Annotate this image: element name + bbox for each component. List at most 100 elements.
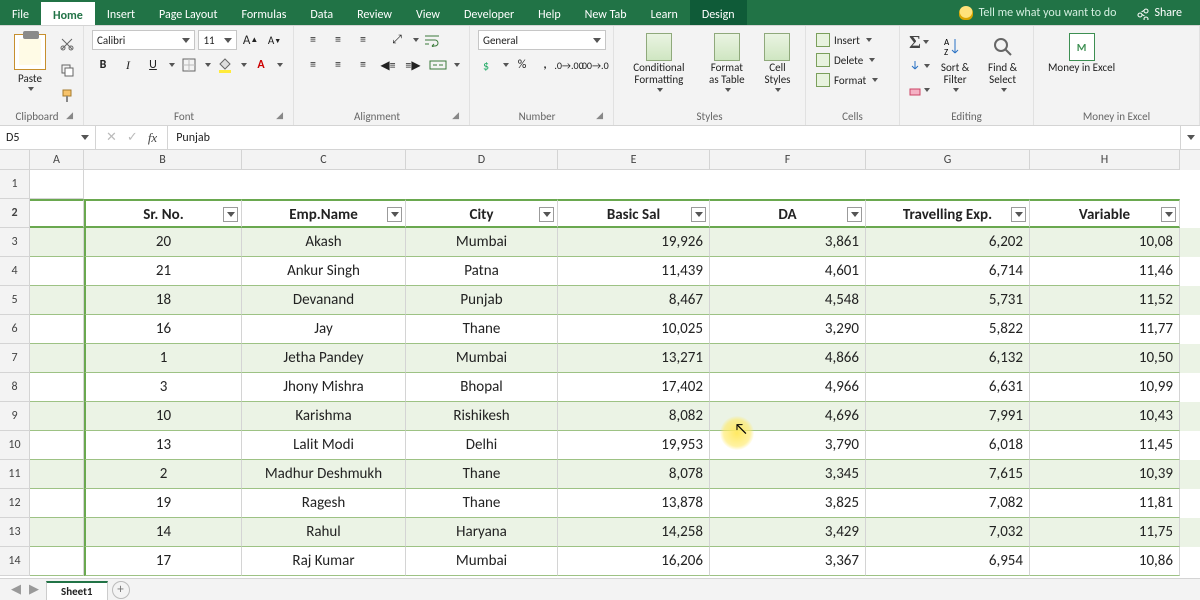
row-head[interactable]: 10	[0, 431, 30, 460]
table-cell[interactable]: 13,878	[558, 489, 710, 518]
table-cell[interactable]: 16	[84, 315, 242, 344]
increase-indent-button[interactable]: ≡▶	[402, 55, 424, 75]
table-cell[interactable]: Jhony Mishra	[242, 373, 406, 402]
table-cell[interactable]: 3,825	[710, 489, 866, 518]
tab-insert[interactable]: Insert	[95, 0, 147, 25]
merge-button[interactable]	[427, 55, 449, 75]
table-cell[interactable]: Punjab	[406, 286, 558, 315]
format-cells-button[interactable]: Format	[814, 72, 880, 88]
table-cell[interactable]: 4,866	[710, 344, 866, 373]
table-cell[interactable]: 16,206	[558, 547, 710, 576]
select-all-corner[interactable]	[0, 150, 30, 170]
fill-button[interactable]	[908, 56, 930, 76]
table-cell[interactable]: 8,078	[558, 460, 710, 489]
cut-button[interactable]	[56, 34, 78, 54]
name-box[interactable]: D5	[0, 126, 96, 149]
table-cell[interactable]: Jetha Pandey	[242, 344, 406, 373]
table-cell[interactable]: Raj Kumar	[242, 547, 406, 576]
table-cell[interactable]: Thane	[406, 315, 558, 344]
table-cell[interactable]: 10	[84, 402, 242, 431]
filter-button[interactable]	[539, 207, 554, 222]
align-left-button[interactable]: ≡	[302, 55, 324, 75]
paste-button[interactable]: Paste	[8, 30, 52, 95]
table-cell[interactable]: Akash	[242, 228, 406, 257]
table-header-cell[interactable]: Basic Sal	[558, 199, 710, 228]
tab-formulas[interactable]: Formulas	[229, 0, 298, 25]
filter-button[interactable]	[691, 207, 706, 222]
table-cell[interactable]: Madhur Deshmukh	[242, 460, 406, 489]
table-cell[interactable]: 7,615	[866, 460, 1030, 489]
table-cell[interactable]: Devanand	[242, 286, 406, 315]
increase-decimal-button[interactable]: .0→.00	[558, 55, 580, 75]
row-head[interactable]: 13	[0, 518, 30, 547]
row-head[interactable]: 2	[0, 199, 30, 228]
tab-learn[interactable]: Learn	[639, 0, 690, 25]
table-cell[interactable]: 20	[84, 228, 242, 257]
row-head[interactable]: 11	[0, 460, 30, 489]
align-right-button[interactable]: ≡	[352, 55, 374, 75]
table-cell[interactable]: Mumbai	[406, 344, 558, 373]
table-cell[interactable]: 3,290	[710, 315, 866, 344]
filter-button[interactable]	[847, 207, 862, 222]
row-head[interactable]: 12	[0, 489, 30, 518]
table-cell[interactable]: 10,86	[1030, 547, 1180, 576]
clear-button[interactable]	[908, 80, 930, 100]
table-cell[interactable]: 11,45	[1030, 431, 1180, 460]
filter-button[interactable]	[387, 207, 402, 222]
number-format-select[interactable]: General	[478, 30, 606, 50]
font-dialog-launcher[interactable]: ◢	[276, 110, 283, 121]
comma-button[interactable]: ,	[535, 55, 555, 75]
align-center-button[interactable]: ≡	[327, 55, 349, 75]
table-cell[interactable]: 3,345	[710, 460, 866, 489]
col-head-F[interactable]: F	[710, 150, 866, 170]
row-head[interactable]: 14	[0, 547, 30, 576]
table-cell[interactable]: Karishma	[242, 402, 406, 431]
orientation-button[interactable]: ⤢	[386, 30, 408, 50]
row-head[interactable]: 3	[0, 228, 30, 257]
row-head[interactable]: 1	[0, 170, 30, 199]
table-cell[interactable]: 8,082	[558, 402, 710, 431]
table-cell[interactable]: 3,790	[710, 431, 866, 460]
align-middle-button[interactable]: ≡	[327, 30, 349, 50]
number-dialog-launcher[interactable]: ◢	[596, 110, 603, 121]
table-cell[interactable]: 17	[84, 547, 242, 576]
table-cell[interactable]: 10,50	[1030, 344, 1180, 373]
table-cell[interactable]: 11,52	[1030, 286, 1180, 315]
table-cell[interactable]: 18	[84, 286, 242, 315]
table-cell[interactable]: Thane	[406, 460, 558, 489]
col-head-E[interactable]: E	[558, 150, 710, 170]
underline-button[interactable]: U	[142, 55, 164, 75]
col-head-A[interactable]: A	[30, 150, 84, 170]
find-select-button[interactable]: Find & Select	[980, 30, 1025, 96]
table-header-cell[interactable]: Travelling Exp.	[866, 199, 1030, 228]
bold-button[interactable]: B	[92, 55, 114, 75]
cell-styles-button[interactable]: Cell Styles	[758, 30, 797, 96]
table-cell[interactable]: 5,822	[866, 315, 1030, 344]
col-head-C[interactable]: C	[242, 150, 406, 170]
table-header-cell[interactable]: DA	[710, 199, 866, 228]
tab-developer[interactable]: Developer	[452, 0, 526, 25]
tab-help[interactable]: Help	[526, 0, 573, 25]
table-cell[interactable]: 4,548	[710, 286, 866, 315]
table-cell[interactable]: 7,991	[866, 402, 1030, 431]
table-cell[interactable]: 6,954	[866, 547, 1030, 576]
filter-button[interactable]	[1011, 207, 1026, 222]
table-cell[interactable]: 6,202	[866, 228, 1030, 257]
row-head[interactable]: 8	[0, 373, 30, 402]
table-cell[interactable]: 7,032	[866, 518, 1030, 547]
table-cell[interactable]: 10,08	[1030, 228, 1180, 257]
table-cell[interactable]: 10,025	[558, 315, 710, 344]
table-header-cell[interactable]: Variable	[1030, 199, 1180, 228]
accounting-format-button[interactable]: $	[478, 55, 498, 75]
table-cell[interactable]: 6,132	[866, 344, 1030, 373]
tell-me[interactable]: Tell me what you want to do	[947, 0, 1129, 25]
table-cell[interactable]: 13	[84, 431, 242, 460]
font-color-button[interactable]: A	[250, 55, 272, 75]
insert-cells-button[interactable]: Insert	[814, 32, 880, 48]
row-head[interactable]: 7	[0, 344, 30, 373]
tab-review[interactable]: Review	[345, 0, 404, 25]
row-head[interactable]: 5	[0, 286, 30, 315]
alignment-dialog-launcher[interactable]: ◢	[452, 110, 459, 121]
align-top-button[interactable]: ≡	[302, 30, 324, 50]
tab-file[interactable]: File	[0, 0, 41, 25]
